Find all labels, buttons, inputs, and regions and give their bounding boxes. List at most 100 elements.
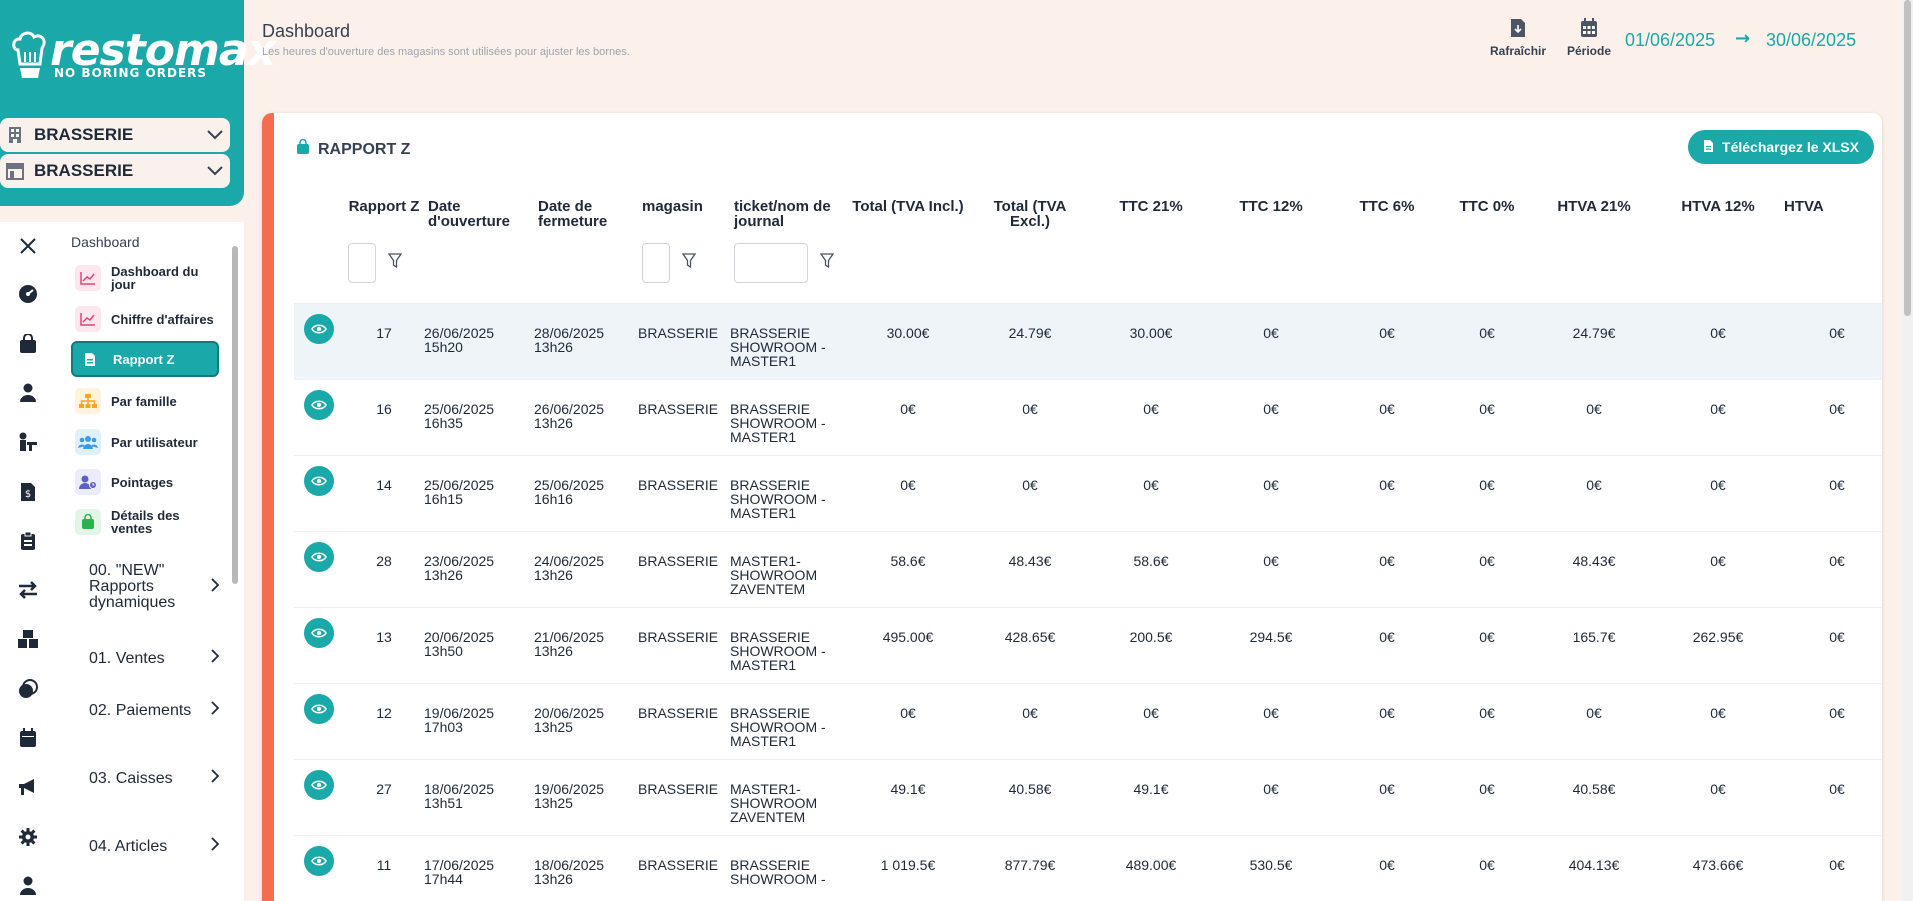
filter-icon[interactable] <box>819 253 835 274</box>
menu-scrollbar-thumb[interactable] <box>232 246 238 584</box>
restaurant-select[interactable]: BRASSERIE <box>0 118 230 152</box>
menu-item-par-utilisateur[interactable]: Par utilisateur <box>71 424 219 460</box>
table-cell: 0€ <box>1442 302 1532 379</box>
table-row[interactable]: 13 20/06/2025 13h50 21/06/2025 13h26 BRASSE… <box>294 606 1882 683</box>
restomax-logo[interactable]: restomax NO BORING ORDERS <box>10 28 276 84</box>
menu-scrollbar[interactable] <box>231 232 239 584</box>
table-row[interactable]: 27 18/06/2025 13h51 19/06/2025 13h25 BRASSE… <box>294 758 1882 835</box>
menu-group-articles[interactable]: 04. Articles <box>89 837 220 856</box>
table-cell: BRASSERIE <box>638 682 730 759</box>
row-action-cell <box>294 378 344 455</box>
eye-icon[interactable] <box>304 845 334 876</box>
table-cell: 0€ <box>1210 530 1332 607</box>
filter-input-rapport-z[interactable] <box>348 243 376 283</box>
table-cell: 25/06/2025 16h15 <box>424 454 534 531</box>
table-cell: 262.95€ <box>1656 606 1780 683</box>
date-to[interactable]: 30/06/2025 <box>1766 30 1856 51</box>
page-scrollbar[interactable] <box>1902 0 1913 901</box>
column-header[interactable]: TTC 12% <box>1210 189 1332 239</box>
table-row[interactable]: 28 23/06/2025 13h26 24/06/2025 13h26 BRASSE… <box>294 530 1882 607</box>
eye-icon[interactable] <box>304 541 334 572</box>
coins-icon[interactable] <box>16 677 40 701</box>
table-cell: 404.13€ <box>1532 834 1656 901</box>
table-cell: 17 <box>344 302 424 379</box>
rapport-z-table: Rapport Z Date d'ouverture Date de ferme… <box>294 189 1882 901</box>
column-header[interactable]: magasin <box>638 189 730 239</box>
menu-item-chiffre-affaires[interactable]: Chiffre d'affaires <box>71 301 219 337</box>
menu-group-rapports-dynamiques[interactable]: 00. "NEW" Rapports dynamiques <box>89 563 220 611</box>
filter-input-journal[interactable] <box>734 243 808 283</box>
table-cell: 0€ <box>1442 530 1532 607</box>
column-header[interactable]: Rapport Z <box>344 189 424 239</box>
gear-icon[interactable] <box>16 825 40 849</box>
page-scrollbar-thumb[interactable] <box>1904 0 1911 316</box>
user-icon[interactable] <box>16 381 40 405</box>
column-header[interactable]: Total (TVA Incl.) <box>848 189 968 239</box>
table-row[interactable]: 17 26/06/2025 15h20 28/06/2025 13h26 BRASSE… <box>294 302 1882 379</box>
eye-icon[interactable] <box>304 693 334 724</box>
table-row[interactable]: 12 19/06/2025 17h03 20/06/2025 13h25 BRASSE… <box>294 682 1882 759</box>
menu-group-ventes[interactable]: 01. Ventes <box>89 649 220 668</box>
column-header[interactable]: TTC 6% <box>1332 189 1442 239</box>
column-header[interactable]: TTC 0% <box>1442 189 1532 239</box>
menu-item-details-ventes[interactable]: Détails des ventes <box>71 504 219 540</box>
period-button[interactable]: Période <box>1567 16 1611 58</box>
column-header[interactable]: HTVA 21% <box>1532 189 1656 239</box>
filter-icon[interactable] <box>681 253 697 274</box>
download-xlsx-button[interactable]: Téléchargez le XLSX <box>1688 130 1874 164</box>
date-from[interactable]: 01/06/2025 <box>1625 30 1715 51</box>
column-header[interactable]: HTVA 12% <box>1656 189 1780 239</box>
users-icon <box>75 429 101 455</box>
table-cell: 0€ <box>1092 682 1210 759</box>
megaphone-icon[interactable] <box>16 775 40 799</box>
refresh-button[interactable]: Rafraîchir <box>1490 16 1546 58</box>
eye-icon[interactable] <box>304 465 334 496</box>
menu-item-pointages[interactable]: Pointages <box>71 464 219 500</box>
filter-input-magasin[interactable] <box>642 243 670 283</box>
close-icon[interactable] <box>16 234 40 258</box>
column-header[interactable]: Date de fermeture <box>534 189 638 239</box>
table-cell: BRASSERIE SHOWROOM - MASTER1 <box>730 302 848 379</box>
eye-icon[interactable] <box>304 769 334 800</box>
gauge-icon[interactable] <box>16 282 40 306</box>
table-cell: 200.5€ <box>1092 606 1210 683</box>
brand-panel: restomax NO BORING ORDERS BRASSERIE BRAS… <box>0 0 276 206</box>
table-cell: 17/06/2025 17h44 <box>424 834 534 901</box>
store-select-label: BRASSERIE <box>34 161 134 180</box>
menu-item-dashboard-du-jour[interactable]: Dashboard du jour <box>71 260 219 296</box>
table-cell: 0€ <box>1332 530 1442 607</box>
eye-icon[interactable] <box>304 617 334 648</box>
column-header[interactable]: Total (TVA Excl.) <box>968 189 1092 239</box>
clipboard-icon[interactable] <box>16 529 40 553</box>
table-cell: 0€ <box>1532 682 1656 759</box>
table-cell: 428.65€ <box>968 606 1092 683</box>
table-row[interactable]: 14 25/06/2025 16h15 25/06/2025 16h16 BRASSE… <box>294 454 1882 531</box>
rapport-z-card: RAPPORT Z Téléchargez le XLSX Rapport Z … <box>262 113 1882 901</box>
table-cell: BRASSERIE SHOWROOM - <box>730 834 848 901</box>
store-select[interactable]: BRASSERIE <box>0 154 230 188</box>
boxes-icon[interactable] <box>16 627 40 651</box>
eye-icon[interactable] <box>304 389 334 420</box>
eye-icon[interactable] <box>304 313 334 344</box>
table-cell: 0€ <box>968 378 1092 455</box>
people-icon[interactable] <box>16 430 40 454</box>
column-header[interactable]: ticket/nom de journal <box>730 189 848 239</box>
menu-item-par-famille[interactable]: Par famille <box>71 383 219 419</box>
bag-icon[interactable] <box>16 332 40 356</box>
calendar-icon[interactable] <box>16 726 40 750</box>
menu-group-caisses[interactable]: 03. Caisses <box>89 769 220 788</box>
menu-item-rapport-z[interactable]: Rapport Z <box>71 341 219 377</box>
transfer-icon[interactable] <box>16 578 40 602</box>
column-header[interactable]: TTC 21% <box>1092 189 1210 239</box>
logo-tagline: NO BORING ORDERS <box>54 66 208 80</box>
menu-group-paiements[interactable]: 02. Paiements <box>89 701 220 720</box>
table-cell: 23/06/2025 13h26 <box>424 530 534 607</box>
table-row[interactable]: 16 25/06/2025 16h35 26/06/2025 13h26 BRASSE… <box>294 378 1882 455</box>
table-cell: BRASSERIE <box>638 302 730 379</box>
table-row[interactable]: 11 17/06/2025 17h44 18/06/2025 13h26 BRASSE… <box>294 834 1882 901</box>
filter-icon[interactable] <box>387 253 403 274</box>
column-header[interactable]: Date d'ouverture <box>424 189 534 239</box>
invoice-icon[interactable]: $ <box>16 480 40 504</box>
column-header[interactable]: HTVA <box>1780 189 1882 239</box>
person-icon[interactable] <box>16 874 40 898</box>
